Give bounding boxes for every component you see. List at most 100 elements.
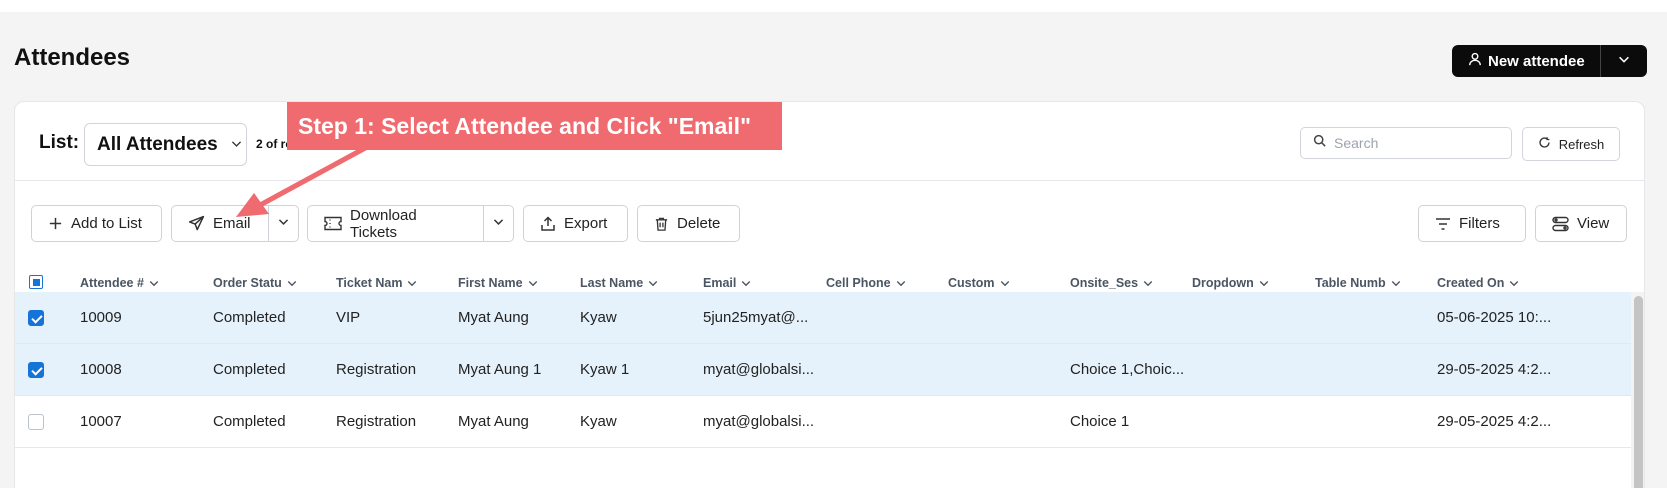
refresh-icon	[1538, 136, 1551, 152]
column-header-created-on[interactable]: Created On	[1437, 276, 1520, 290]
cell-last-name: Kyaw	[580, 413, 617, 430]
search-box	[1300, 127, 1512, 159]
chevron-down-icon	[999, 277, 1011, 289]
column-header-cell-phone[interactable]: Cell Phone	[826, 276, 907, 290]
cell-attendee-number: 10008	[80, 361, 122, 378]
email-label: Email	[213, 215, 251, 232]
cell-email: 5jun25myat@...	[703, 309, 809, 326]
new-attendee-label: New attendee	[1488, 52, 1585, 70]
column-header-dropdown[interactable]: Dropdown	[1192, 276, 1270, 290]
filters-label: Filters	[1459, 215, 1500, 232]
column-header-email[interactable]: Email	[703, 276, 752, 290]
email-dropdown[interactable]	[268, 206, 298, 241]
scrollbar-thumb[interactable]	[1634, 296, 1643, 488]
column-header-label: Ticket Nam	[336, 276, 403, 290]
add-to-list-label: Add to List	[71, 215, 142, 232]
download-tickets-label: Download Tickets	[350, 206, 417, 241]
chevron-down-icon	[740, 277, 752, 289]
cell-last-name: Kyaw 1	[580, 361, 630, 378]
refresh-button[interactable]: Refresh	[1522, 127, 1620, 161]
search-input[interactable]	[1334, 135, 1494, 151]
row-checkbox[interactable]	[28, 414, 44, 430]
export-button[interactable]: Export	[523, 205, 628, 242]
cell-order-status: Completed	[213, 413, 286, 430]
trash-icon	[654, 216, 669, 232]
table-row[interactable]: 10007 Completed Registration Myat Aung Kyaw m…	[15, 396, 1631, 448]
cell-onsite-session: Choice 1	[1070, 413, 1130, 430]
chevron-down-icon	[286, 277, 298, 289]
chevron-down-icon	[1258, 277, 1270, 289]
delete-button[interactable]: Delete	[637, 205, 740, 242]
column-header-label: Onsite_Ses	[1070, 276, 1139, 290]
filters-button[interactable]: Filters	[1418, 205, 1526, 242]
download-tickets-dropdown[interactable]	[483, 206, 513, 241]
add-to-list-button[interactable]: Add to List	[31, 205, 162, 242]
email-button-group: Email	[171, 205, 299, 242]
cell-first-name: Myat Aung	[458, 309, 529, 326]
user-icon	[1468, 52, 1482, 70]
new-attendee-button[interactable]: New attendee	[1452, 45, 1601, 77]
column-header-table-number[interactable]: Table Numb	[1315, 276, 1402, 290]
cell-first-name: Myat Aung	[458, 413, 529, 430]
chevron-down-icon	[406, 277, 418, 289]
export-label: Export	[564, 215, 608, 232]
export-icon	[540, 215, 556, 232]
vertical-scrollbar[interactable]	[1631, 292, 1644, 488]
view-button[interactable]: View	[1535, 205, 1627, 242]
refresh-label: Refresh	[1558, 136, 1605, 152]
column-header-custom[interactable]: Custom	[948, 276, 1011, 290]
cell-email: myat@globalsi...	[703, 361, 815, 378]
chevron-down-icon	[647, 277, 659, 289]
download-tickets-button[interactable]: Download Tickets	[308, 206, 483, 241]
row-checkbox[interactable]	[28, 310, 44, 326]
attendees-card: List: All Attendees 2 of re Refresh Add …	[14, 101, 1645, 488]
column-header-label: Email	[703, 276, 737, 290]
chevron-down-icon	[527, 277, 539, 289]
select-all-checkbox[interactable]	[29, 275, 43, 289]
step-annotation-callout: Step 1: Select Attendee and Click "Email…	[287, 102, 782, 150]
column-header-order-status[interactable]: Order Statu	[213, 276, 298, 290]
top-strip	[0, 0, 1667, 12]
divider	[15, 180, 1644, 181]
chevron-down-icon	[1390, 277, 1402, 289]
table-row[interactable]: 10008 Completed Registration Myat Aung 1 Kya…	[15, 344, 1631, 396]
cell-order-status: Completed	[213, 309, 286, 326]
column-header-last-name[interactable]: Last Name	[580, 276, 659, 290]
cell-ticket-name: VIP	[336, 309, 361, 326]
page-title: Attendees	[14, 44, 131, 71]
list-select[interactable]: All Attendees	[84, 123, 247, 166]
download-tickets-button-group: Download Tickets	[307, 205, 514, 242]
view-columns-icon	[1552, 216, 1569, 232]
list-select-value: All Attendees	[97, 133, 218, 155]
search-icon	[1313, 134, 1326, 152]
delete-label: Delete	[677, 215, 721, 232]
send-icon	[188, 215, 205, 232]
cell-attendee-number: 10009	[80, 309, 122, 326]
cell-created-on: 29-05-2025 4:2...	[1437, 413, 1552, 430]
new-attendee-dropdown[interactable]	[1601, 45, 1647, 77]
ticket-icon	[324, 216, 342, 231]
cell-first-name: Myat Aung 1	[458, 361, 542, 378]
column-header-label: Last Name	[580, 276, 644, 290]
cell-attendee-number: 10007	[80, 413, 122, 430]
cell-email: myat@globalsi...	[703, 413, 815, 430]
row-checkbox[interactable]	[28, 362, 44, 378]
column-header-label: Attendee #	[80, 276, 144, 290]
cell-created-on: 05-06-2025 10:...	[1437, 309, 1552, 326]
chevron-down-icon	[1142, 277, 1154, 289]
cell-created-on: 29-05-2025 4:2...	[1437, 361, 1552, 378]
column-header-onsite-session[interactable]: Onsite_Ses	[1070, 276, 1154, 290]
plus-icon	[48, 216, 63, 231]
column-header-ticket-name[interactable]: Ticket Nam	[336, 276, 418, 290]
cell-onsite-session: Choice 1,Choic...	[1070, 361, 1185, 378]
view-label: View	[1577, 215, 1610, 232]
column-header-label: Custom	[948, 276, 995, 290]
table-row[interactable]: 10009 Completed VIP Myat Aung Kyaw 5jun25myat…	[15, 292, 1631, 344]
new-attendee-button-group: New attendee	[1452, 45, 1647, 77]
column-header-first-name[interactable]: First Name	[458, 276, 539, 290]
column-header-label: First Name	[458, 276, 523, 290]
column-header-attendee-number[interactable]: Attendee #	[80, 276, 160, 290]
list-label: List:	[39, 132, 80, 153]
email-button[interactable]: Email	[172, 206, 268, 241]
chevron-down-icon	[1617, 52, 1631, 71]
